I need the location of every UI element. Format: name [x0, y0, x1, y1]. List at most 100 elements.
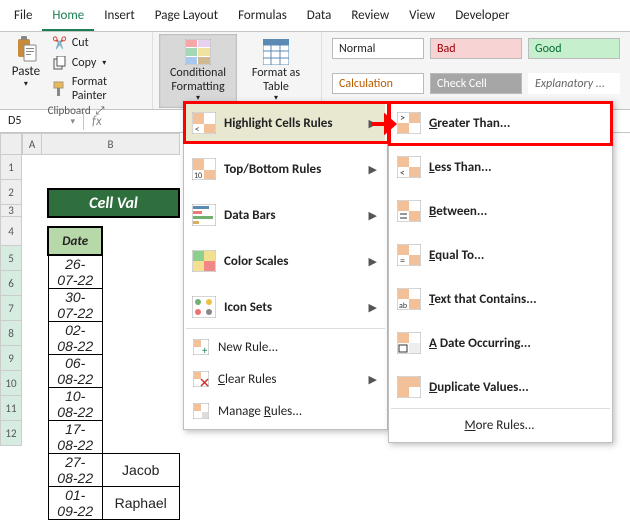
- menu-clear-rules[interactable]: Clear Rules ▶: [186, 363, 385, 395]
- select-all-corner[interactable]: [0, 133, 22, 155]
- menu-between[interactable]: Between...: [391, 192, 610, 230]
- row-header[interactable]: 6: [0, 271, 22, 296]
- conditional-formatting-label: Conditional Formatting: [170, 67, 226, 93]
- row-header[interactable]: 8: [0, 321, 22, 346]
- row-header[interactable]: 9: [0, 346, 22, 371]
- row-header[interactable]: 10: [0, 371, 22, 396]
- menu-label: Text that Contains...: [429, 292, 537, 307]
- table-cell[interactable]: 01-09-22: [48, 487, 102, 520]
- style-normal[interactable]: Normal: [332, 38, 424, 59]
- row-header[interactable]: 1: [0, 155, 22, 180]
- svg-text:+: +: [202, 344, 208, 355]
- menu-more-rules[interactable]: More Rules...: [391, 411, 610, 440]
- format-painter-button[interactable]: Format Painter: [50, 74, 146, 104]
- menu-label: Equal To...: [429, 248, 484, 263]
- conditional-formatting-menu: < Highlight Cells Rules ▶ 10 Top/Bottom …: [183, 101, 388, 430]
- chevron-right-icon: ▶: [369, 255, 377, 268]
- table-header-date: Date: [48, 227, 102, 255]
- row-header[interactable]: 5: [0, 246, 22, 271]
- name-box-value: D5: [8, 114, 21, 128]
- table-cell[interactable]: Raphael: [102, 487, 179, 520]
- duplicate-values-icon: [397, 376, 421, 398]
- style-check-cell[interactable]: Check Cell: [430, 73, 522, 94]
- paste-label: Paste: [12, 64, 40, 79]
- conditional-formatting-button[interactable]: Conditional Formatting ▾: [159, 34, 237, 108]
- table-cell[interactable]: 02-08-22: [48, 322, 102, 355]
- date-occurring-icon: [397, 332, 421, 354]
- menu-highlight-cells-rules[interactable]: < Highlight Cells Rules ▶: [186, 104, 385, 142]
- column-header[interactable]: A: [22, 133, 42, 155]
- tab-file[interactable]: File: [4, 3, 42, 31]
- less-than-icon: <: [397, 156, 421, 178]
- copy-icon: [52, 55, 68, 71]
- menu-color-scales[interactable]: Color Scales ▶: [186, 242, 385, 280]
- row-header[interactable]: 3: [0, 205, 22, 217]
- style-explanatory[interactable]: Explanatory ...: [528, 73, 620, 94]
- column-header[interactable]: B: [42, 133, 180, 155]
- table-cell[interactable]: 10-08-22: [48, 388, 102, 421]
- new-rule-icon: +: [192, 338, 210, 356]
- scissors-icon: ✂️: [52, 35, 68, 51]
- data-bars-icon: [192, 204, 216, 226]
- chevron-right-icon: ▶: [369, 301, 377, 314]
- menu-less-than[interactable]: < Less Than...: [391, 148, 610, 186]
- tab-page-layout[interactable]: Page Layout: [145, 3, 228, 31]
- cut-button[interactable]: ✂️Cut: [50, 34, 146, 52]
- name-box[interactable]: D5▾: [0, 112, 84, 130]
- style-good[interactable]: Good: [528, 38, 620, 59]
- table-cell[interactable]: 17-08-22: [48, 421, 102, 454]
- menu-duplicate-values[interactable]: Duplicate Values...: [391, 368, 610, 406]
- tab-insert[interactable]: Insert: [94, 3, 145, 31]
- svg-text:<: <: [195, 124, 199, 134]
- menu-text-contains[interactable]: ab Text that Contains...: [391, 280, 610, 318]
- row-header[interactable]: 7: [0, 296, 22, 321]
- menu-new-rule[interactable]: + New Rule...: [186, 331, 385, 363]
- menu-data-bars[interactable]: Data Bars ▶: [186, 196, 385, 234]
- menu-icon-sets[interactable]: Icon Sets ▶: [186, 288, 385, 326]
- style-calculation[interactable]: Calculation: [332, 73, 424, 94]
- menu-label: Highlight Cells Rules: [224, 116, 333, 131]
- copy-label: Copy: [72, 56, 96, 70]
- row-header[interactable]: 2: [0, 180, 22, 205]
- tab-home[interactable]: Home: [42, 3, 94, 31]
- row-header[interactable]: 4: [0, 217, 22, 246]
- highlight-cells-submenu: > Greater Than... < Less Than... Between…: [388, 101, 613, 443]
- paste-icon: [14, 36, 38, 62]
- table-cell[interactable]: 27-08-22: [48, 454, 102, 487]
- style-bad[interactable]: Bad: [430, 38, 522, 59]
- tab-data[interactable]: Data: [297, 3, 342, 31]
- chevron-down-icon: ▾: [102, 58, 106, 68]
- paste-button[interactable]: Paste ▾: [6, 34, 46, 104]
- menu-label: Greater Than...: [429, 116, 510, 131]
- conditional-formatting-icon: [185, 39, 211, 65]
- format-as-table-button[interactable]: Format as Table ▾: [237, 34, 315, 108]
- table-icon: [263, 39, 289, 65]
- svg-text:<: <: [400, 166, 405, 178]
- top-bottom-icon: 10: [192, 158, 216, 180]
- annotation-arrow-icon: [372, 113, 402, 135]
- clear-rules-icon: [192, 370, 210, 388]
- table-cell[interactable]: 06-08-22: [48, 355, 102, 388]
- tab-review[interactable]: Review: [341, 3, 399, 31]
- tab-view[interactable]: View: [399, 3, 445, 31]
- menu-date-occurring[interactable]: A Date Occurring...: [391, 324, 610, 362]
- text-contains-icon: ab: [397, 288, 421, 310]
- between-icon: [397, 200, 421, 222]
- table-cell[interactable]: Jacob: [102, 454, 179, 487]
- menu-equal-to[interactable]: = Equal To...: [391, 236, 610, 274]
- menu-manage-rules[interactable]: Manage Rules...: [186, 395, 385, 427]
- table-cell[interactable]: 26-07-22: [48, 255, 102, 289]
- row-header[interactable]: 11: [0, 396, 22, 421]
- menu-label: Between...: [429, 204, 487, 219]
- menu-label: New Rule...: [218, 340, 278, 355]
- row-header[interactable]: 12: [0, 421, 22, 446]
- table-cell[interactable]: 30-07-22: [48, 289, 102, 322]
- copy-button[interactable]: Copy ▾: [50, 54, 146, 72]
- menu-top-bottom-rules[interactable]: 10 Top/Bottom Rules ▶: [186, 150, 385, 188]
- manage-rules-icon: [192, 402, 210, 420]
- fx-icon[interactable]: fx: [84, 114, 110, 129]
- tab-formulas[interactable]: Formulas: [228, 3, 297, 31]
- cell-styles-gallery[interactable]: Normal Bad Good Calculation Check Cell E…: [328, 34, 624, 108]
- tab-developer[interactable]: Developer: [445, 3, 519, 31]
- menu-greater-than[interactable]: > Greater Than...: [391, 104, 610, 142]
